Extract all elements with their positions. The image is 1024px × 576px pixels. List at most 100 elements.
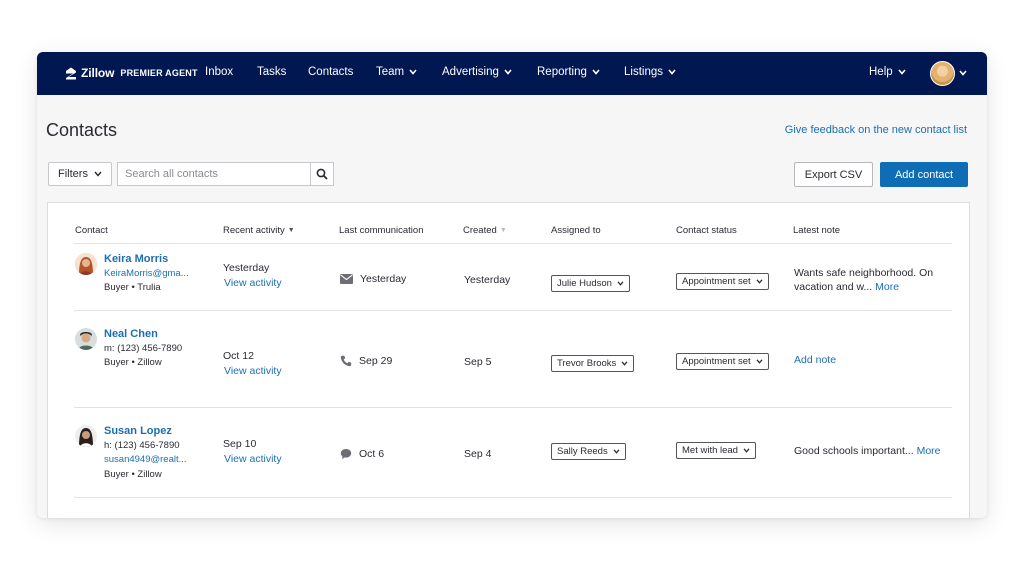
page-title: Contacts: [46, 120, 118, 140]
contact-name[interactable]: Neal Chen: [104, 328, 158, 340]
more-link[interactable]: More: [917, 445, 941, 457]
avatar: [75, 253, 97, 275]
latest-note: Good schools important... More: [794, 444, 964, 458]
header-last-communication-label: Last communication: [339, 225, 424, 236]
view-activity-link[interactable]: View activity: [224, 277, 282, 289]
nav-tasks[interactable]: Tasks: [257, 66, 286, 78]
contact-phone: m: (123) 456-7890: [104, 343, 183, 354]
divider: [74, 310, 952, 311]
feedback-link[interactable]: Give feedback on the new contact list: [785, 124, 967, 136]
export-csv-button[interactable]: Export CSV: [794, 162, 873, 187]
contact-status-value: Appointment set: [682, 356, 751, 367]
nav-reporting-label: Reporting: [537, 66, 587, 78]
last-communication: Oct 6: [340, 448, 384, 460]
chat-bubble-icon: [340, 449, 352, 459]
nav-advertising-label: Advertising: [442, 66, 499, 78]
latest-note: Wants safe neighborhood. On vacation and…: [794, 266, 954, 294]
assigned-to-select[interactable]: Sally Reeds: [551, 443, 626, 460]
contacts-table: Contact Recent activity ▼ Last communicat…: [47, 202, 970, 518]
contact-name[interactable]: Keira Morris: [104, 253, 168, 265]
contact-status-select[interactable]: Appointment set: [676, 353, 769, 370]
search-button[interactable]: [310, 162, 334, 186]
chevron-down-icon: [668, 69, 676, 75]
nav-contacts[interactable]: Contacts: [308, 66, 353, 78]
chevron-down-icon: [94, 171, 102, 177]
more-link[interactable]: More: [875, 281, 899, 293]
chevron-down-icon: [756, 359, 763, 364]
header-contact-status[interactable]: Contact status: [676, 225, 737, 236]
contact-status-select[interactable]: Appointment set: [676, 273, 769, 290]
chevron-down-icon[interactable]: [959, 70, 967, 76]
nav-advertising[interactable]: Advertising: [442, 66, 512, 78]
zillow-logo[interactable]: Zillow PREMIER AGENT: [65, 66, 198, 80]
chevron-down-icon: [756, 279, 763, 284]
assigned-to-select[interactable]: Trevor Brooks: [551, 355, 635, 372]
contact-status-select[interactable]: Met with lead: [676, 442, 756, 459]
app-window: Zillow PREMIER AGENT Inbox Tasks Contact…: [37, 52, 987, 518]
view-activity-link[interactable]: View activity: [224, 453, 282, 465]
search-input[interactable]: [117, 162, 311, 186]
header-created-label: Created: [463, 225, 497, 236]
contact-email[interactable]: KeiraMorris@gma...: [104, 268, 189, 279]
nav-reporting[interactable]: Reporting: [537, 66, 600, 78]
add-note-link[interactable]: Add note: [794, 354, 836, 366]
contact-email[interactable]: susan4949@realt...: [104, 454, 187, 465]
chevron-down-icon: [743, 448, 750, 453]
recent-activity: Oct 12: [223, 350, 254, 362]
created-date: Sep 4: [464, 448, 492, 460]
contact-name[interactable]: Susan Lopez: [104, 425, 172, 437]
nav-inbox-label: Inbox: [205, 66, 234, 78]
contact-status-value: Met with lead: [682, 445, 738, 456]
nav-team-label: Team: [376, 66, 405, 78]
contact-photo-icon: [75, 328, 97, 350]
header-recent-activity-label: Recent activity: [223, 225, 285, 236]
header-assigned-to[interactable]: Assigned to: [551, 225, 601, 236]
top-navbar: Zillow PREMIER AGENT Inbox Tasks Contact…: [37, 52, 987, 95]
contact-source: Buyer • Zillow: [104, 357, 162, 368]
search-icon: [316, 168, 328, 180]
add-contact-button[interactable]: Add contact: [880, 162, 968, 187]
user-avatar[interactable]: [930, 61, 955, 86]
nav-team[interactable]: Team: [376, 66, 417, 78]
header-latest-note[interactable]: Latest note: [793, 225, 840, 236]
header-contact[interactable]: Contact: [75, 225, 108, 236]
view-activity-link[interactable]: View activity: [224, 365, 282, 377]
header-recent-activity[interactable]: Recent activity ▼: [223, 225, 295, 236]
header-created[interactable]: Created ▼: [463, 225, 507, 236]
header-contact-label: Contact: [75, 225, 108, 236]
last-communication-date: Yesterday: [360, 273, 407, 285]
chevron-down-icon: [898, 69, 906, 75]
nav-inbox[interactable]: Inbox: [205, 66, 233, 78]
divider: [74, 497, 952, 498]
assigned-to-value: Sally Reeds: [557, 446, 608, 457]
avatar: [75, 328, 97, 350]
mail-icon: [340, 274, 353, 284]
filters-label: Filters: [58, 168, 88, 180]
chevron-down-icon: [504, 69, 512, 75]
contact-photo-icon: [75, 425, 97, 447]
contact-phone: h: (123) 456-7890: [104, 440, 180, 451]
last-communication-date: Oct 6: [359, 448, 385, 460]
nav-help[interactable]: Help: [869, 66, 906, 78]
header-latest-note-label: Latest note: [793, 225, 841, 236]
nav-contacts-label: Contacts: [308, 66, 354, 78]
assigned-to-value: Trevor Brooks: [557, 358, 617, 369]
recent-activity: Yesterday: [223, 262, 270, 274]
created-date: Sep 5: [464, 356, 492, 368]
filters-button[interactable]: Filters: [48, 162, 112, 186]
nav-listings[interactable]: Listings: [624, 66, 676, 78]
nav-tasks-label: Tasks: [257, 66, 287, 78]
assigned-to-select[interactable]: Julie Hudson: [551, 275, 630, 292]
sort-icon: ▼: [499, 227, 507, 234]
chevron-down-icon: [621, 361, 628, 366]
chevron-down-icon: [617, 281, 624, 286]
header-last-communication[interactable]: Last communication: [339, 225, 423, 236]
last-communication: Yesterday: [340, 273, 406, 285]
brand-sub: PREMIER AGENT: [120, 68, 198, 78]
avatar: [75, 425, 97, 447]
divider: [74, 407, 952, 408]
contact-status-value: Appointment set: [682, 276, 751, 287]
brand-name: Zillow: [81, 66, 115, 80]
chevron-down-icon: [409, 69, 417, 75]
last-communication: Sep 29: [340, 355, 392, 367]
